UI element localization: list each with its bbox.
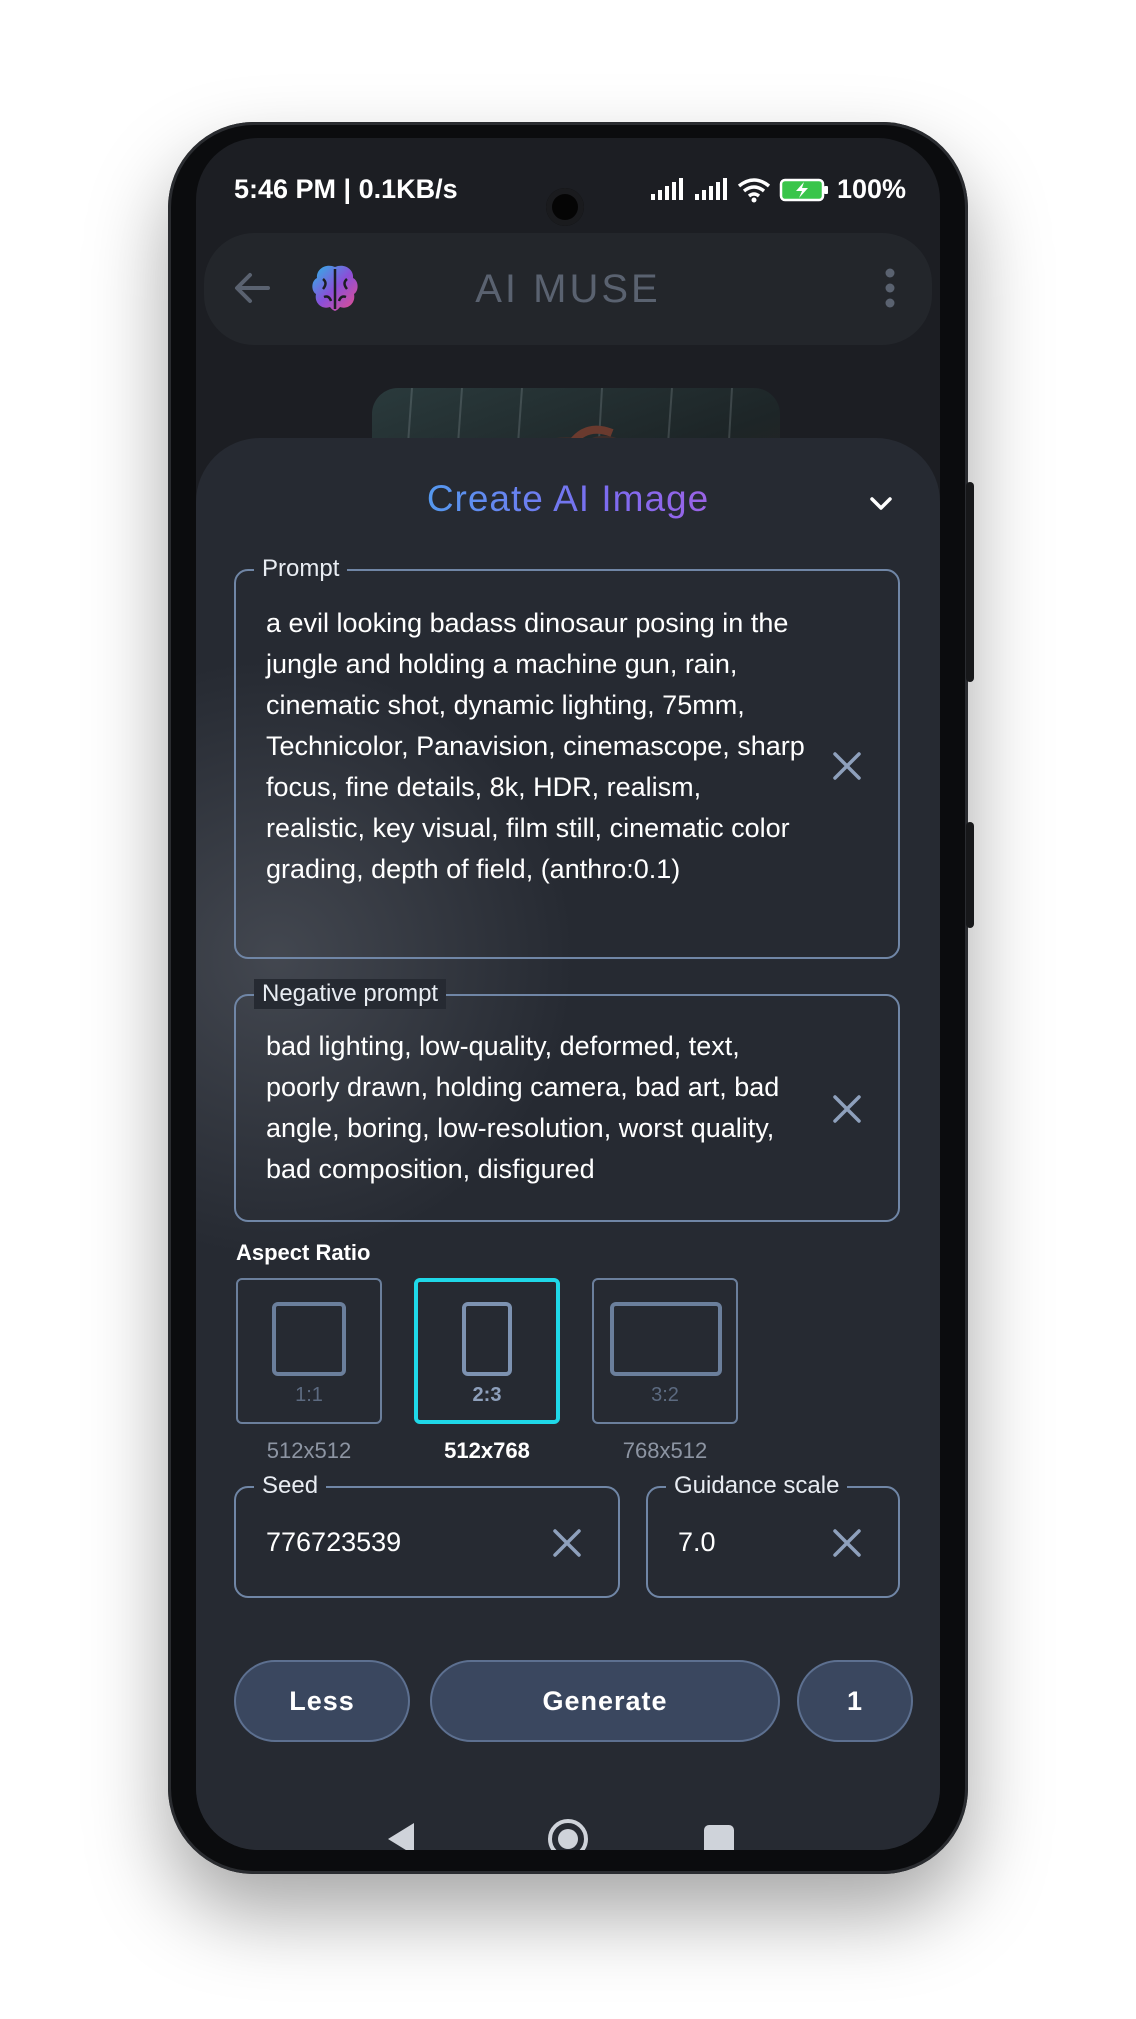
generate-button[interactable]: Generate [430, 1660, 780, 1742]
ratio-name: 1:1 [295, 1384, 323, 1406]
clear-negative-prompt-icon[interactable] [830, 1092, 864, 1126]
ratio-name: 3:2 [651, 1384, 679, 1406]
create-image-sheet: Create AI Image Prompt a evil looking ba… [196, 438, 940, 1850]
status-bar: 5:46 PM | 0.1KB/s 100% [196, 158, 940, 226]
prompt-field[interactable]: Prompt a evil looking badass dinosaur po… [234, 554, 900, 959]
screen: 5:46 PM | 0.1KB/s 100% AI MUSE Create AI… [196, 138, 940, 1850]
sheet-title: Create AI Image [196, 478, 940, 520]
clear-guidance-icon[interactable] [830, 1526, 864, 1560]
aspect-ratio-label: Aspect Ratio [236, 1240, 371, 1265]
clear-seed-icon[interactable] [550, 1526, 584, 1560]
signal-icon [650, 177, 683, 200]
ratio-option-3-2[interactable]: 3:2 [592, 1278, 738, 1424]
ratio-size-label: 768x512 [622, 1438, 708, 1463]
more-vert-icon[interactable] [884, 267, 896, 309]
prompt-text[interactable]: a evil looking badass dinosaur posing in… [266, 603, 806, 890]
ratio-size-label: 512x768 [444, 1438, 530, 1463]
battery-icon [779, 178, 828, 201]
negative-prompt-text[interactable]: bad lighting, low-quality, deformed, tex… [266, 1026, 806, 1190]
square-shape-icon [272, 1302, 346, 1376]
ratio-option-2-3[interactable]: 2:3 [414, 1278, 560, 1424]
front-camera [546, 188, 584, 226]
negative-prompt-label: Negative prompt [254, 979, 447, 1009]
less-button[interactable]: Less [234, 1660, 410, 1742]
clear-prompt-icon[interactable] [830, 749, 864, 783]
seed-label: Seed [254, 1471, 327, 1501]
system-nav-bar [196, 1803, 940, 1850]
chevron-down-icon[interactable] [866, 488, 896, 518]
status-icons: 100% [649, 174, 906, 205]
ratio-size-label: 512x512 [266, 1438, 352, 1463]
portrait-shape-icon [462, 1302, 512, 1376]
status-time: 5:46 PM | 0.1KB/s [234, 174, 458, 204]
guidance-scale-field[interactable]: Guidance scale 7.0 [646, 1471, 900, 1598]
phone-frame: 5:46 PM | 0.1KB/s 100% AI MUSE Create AI… [168, 122, 974, 1874]
ratio-option-1-1[interactable]: 1:1 [236, 1278, 382, 1424]
seed-field[interactable]: Seed 776723539 [234, 1471, 620, 1598]
nav-home-icon[interactable] [546, 1817, 590, 1850]
signal-icon-2 [694, 177, 727, 200]
guidance-scale-label: Guidance scale [666, 1471, 848, 1501]
landscape-shape-icon [610, 1302, 722, 1376]
ratio-name: 2:3 [472, 1384, 502, 1406]
battery-percent: 100% [836, 174, 906, 204]
nav-recents-icon[interactable] [704, 1825, 734, 1850]
seed-value[interactable]: 776723539 [266, 1522, 401, 1563]
negative-prompt-field[interactable]: Negative prompt bad lighting, low-qualit… [234, 979, 900, 1222]
image-count-button[interactable]: 1 [797, 1660, 913, 1742]
wifi-icon [737, 177, 771, 202]
prompt-label: Prompt [254, 554, 348, 584]
app-title: AI MUSE [475, 267, 661, 311]
guidance-scale-value[interactable]: 7.0 [678, 1522, 716, 1563]
power-button [966, 822, 974, 928]
volume-button [966, 482, 974, 682]
nav-back-icon[interactable] [386, 1821, 416, 1850]
app-bar: AI MUSE [204, 233, 932, 345]
